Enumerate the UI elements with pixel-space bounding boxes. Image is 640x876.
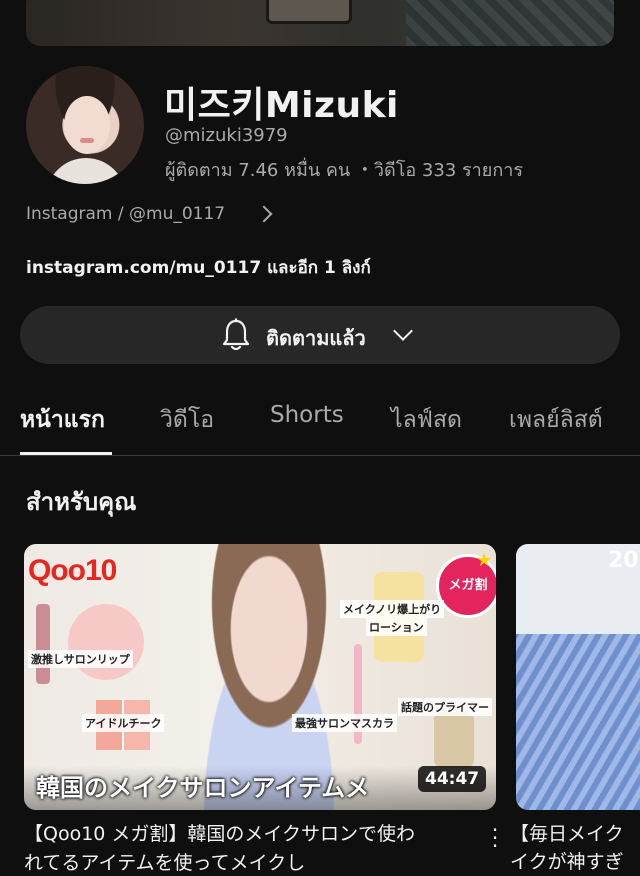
thumbnail-label: 最強サロンマスカラ bbox=[292, 714, 397, 732]
thumbnail-label: ローション bbox=[366, 618, 427, 636]
thumbnail-text: 20 bbox=[608, 548, 639, 573]
thumbnail-label: アイドルチーク bbox=[82, 714, 165, 732]
subscribed-label: ติดตามแล้ว bbox=[266, 326, 366, 350]
thumbnail-label: 話題のプライマー bbox=[398, 698, 492, 716]
video-title[interactable]: イクが神すぎ bbox=[510, 848, 624, 876]
channel-avatar[interactable] bbox=[26, 66, 144, 184]
external-links[interactable]: instagram.com/mu_0117 และอีก 1 ลิงก์ bbox=[26, 254, 371, 281]
video-thumbnail[interactable]: 20 bbox=[516, 544, 640, 810]
tab-playlists[interactable]: เพลย์ลิสต์ bbox=[509, 402, 603, 438]
thumbnail-label: メイクノリ爆上がり bbox=[340, 600, 445, 618]
banner-decor bbox=[406, 0, 614, 46]
video-title[interactable]: れてるアイテムを使ってメイクし bbox=[24, 848, 476, 875]
tab-live[interactable]: ไลฟ์สด bbox=[391, 402, 462, 438]
channel-name: 미즈키Mizuki bbox=[164, 85, 399, 126]
video-title[interactable]: 【毎日メイク bbox=[510, 820, 624, 848]
tab-home[interactable]: หน้าแรก bbox=[20, 402, 105, 438]
external-link-url[interactable]: instagram.com/mu_0117 bbox=[26, 258, 261, 278]
more-options-icon[interactable]: · · · bbox=[487, 820, 503, 856]
divider bbox=[0, 455, 640, 456]
video-title[interactable]: 【Qoo10 メガ割】韓国のメイクサロンで使わ bbox=[24, 820, 476, 848]
channel-banner bbox=[26, 0, 614, 46]
channel-stats: ผู้ติดตาม 7.46 หมื่น คน ・วิดีโอ 333 รายก… bbox=[165, 160, 524, 181]
channel-about-link[interactable]: Instagram / @mu_0117 bbox=[26, 204, 225, 224]
banner-decor bbox=[266, 0, 352, 24]
external-link-more[interactable]: และอีก 1 ลิงก์ bbox=[267, 258, 371, 278]
thumbnail-label: 激推しサロンリップ bbox=[28, 650, 133, 668]
tab-shorts[interactable]: Shorts bbox=[270, 402, 344, 428]
section-title: สำหรับคุณ bbox=[26, 488, 137, 516]
tab-videos[interactable]: วิดีโอ bbox=[160, 402, 214, 438]
video-duration: 44:47 bbox=[418, 766, 487, 792]
channel-handle: @mizuki3979 bbox=[165, 125, 288, 146]
bell-icon bbox=[222, 318, 250, 351]
star-icon: ★ bbox=[476, 550, 493, 571]
chevron-right-icon[interactable] bbox=[255, 205, 273, 223]
qoo10-logo: Qoo10 bbox=[28, 554, 117, 587]
